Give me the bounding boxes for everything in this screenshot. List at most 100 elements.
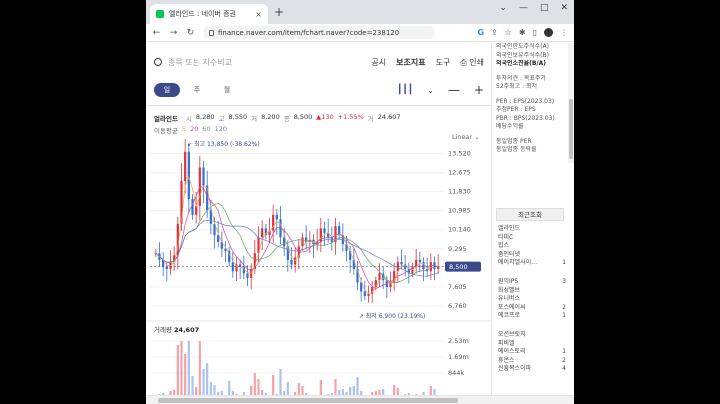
info-line: 투자의견 : 목표주가: [496, 74, 546, 82]
candlestick-type-icon[interactable]: ┃┃┃: [397, 85, 413, 95]
link-indicators[interactable]: 보조지표: [396, 57, 425, 68]
price-chart[interactable]: 13,520 12,675 11,830 10,985 10,140 9,295 7,605…: [146, 139, 492, 395]
moving-average-line: [155, 176, 439, 295]
link-tools[interactable]: 도구: [436, 57, 451, 68]
recent-item[interactable]: 원익IPS 3: [498, 278, 566, 287]
recent-item[interactable]: 힙스: [498, 242, 566, 251]
candle-body: [290, 259, 293, 265]
recent-item[interactable]: 에이스토리 1: [498, 348, 566, 357]
top-links: 공시 보조지표 도구 ⎙ 인쇄: [371, 57, 484, 68]
minimize-button[interactable]: —: [519, 3, 528, 13]
new-tab-button[interactable]: +: [274, 5, 284, 19]
forward-button[interactable]: →: [169, 28, 178, 38]
bookmark-star-icon[interactable]: ☆: [505, 28, 512, 37]
tab-close-icon[interactable]: ×: [255, 10, 262, 19]
recent-item-name: 신흥복스이파: [498, 365, 532, 373]
volume-panel-title: 거래량: [154, 326, 172, 334]
recent-views-list: 엘라인드 티피C 힙스 줌인터넷 에이치엘사이… 1 원익IPS 3 화성밸브 유니버스 포스에이씨…: [498, 225, 566, 374]
ohlc-row: 얼라인드 시 8,280 고 8,550 저 8,200 종 8,500 ▲130 +1…: [154, 113, 401, 123]
candle-body: [363, 291, 366, 296]
recent-item[interactable]: 신흥복스이파 4: [498, 365, 566, 374]
volume-bar: [209, 382, 212, 395]
recent-item-count: 1: [562, 348, 566, 356]
tab-search-icon[interactable]: ⌄: [499, 3, 507, 13]
search-input[interactable]: 종목 또는 지수비교: [168, 57, 232, 68]
volume-bar: [187, 341, 190, 395]
zoom-in-button[interactable]: +: [474, 83, 484, 97]
side-panel-scroll-thumb[interactable]: [569, 99, 573, 159]
search-icon[interactable]: [154, 58, 162, 66]
recent-item[interactable]: 화성밸브: [498, 287, 566, 296]
y-tick-label: 6,760: [448, 302, 467, 310]
volume-bar: [334, 379, 337, 395]
recent-item-count: 4: [562, 365, 566, 373]
ma-60[interactable]: 60: [202, 125, 210, 135]
volume-bar: [228, 381, 231, 395]
reload-button[interactable]: ↻: [186, 28, 195, 38]
volume-bar: [184, 354, 187, 395]
recent-views-tab[interactable]: 최근조회: [496, 208, 564, 221]
recent-item[interactable]: 티피C: [498, 234, 566, 243]
recent-item[interactable]: 오션브릿지: [498, 331, 566, 340]
menu-kebab-icon[interactable]: ⋮: [560, 28, 568, 37]
candle-body: [400, 262, 403, 265]
chart-type-dropdown-icon[interactable]: ⌄: [427, 86, 434, 95]
info-line: 외국인보유주식수(B): [496, 51, 549, 59]
browser-window: 엘라인드 : 네이버 증권 × + ⌄ — □ ✕ ← → ↻ finance.…: [146, 0, 574, 404]
volume-bar: [301, 386, 304, 395]
address-bar[interactable]: finance.naver.com/item/fchart.naver?code…: [203, 26, 435, 39]
low-label: 저: [251, 115, 258, 123]
recent-item-name: 피비엘: [498, 339, 515, 347]
y-tick-label: 10,140: [448, 226, 471, 234]
opinion-group: 투자의견 : 목표주가 52주최고 : 최저: [496, 75, 568, 92]
maximize-button[interactable]: □: [540, 3, 549, 13]
search-row: 종목 또는 지수비교 공시 보조지표 도구 ⎙ 인쇄: [146, 53, 492, 71]
recent-group-gap: [498, 268, 566, 278]
volume-bar: [195, 387, 198, 395]
recent-item-name: 화성밸브: [498, 286, 521, 294]
profile-avatar-icon[interactable]: [544, 28, 553, 37]
recent-item-name: 에이스토리: [498, 348, 526, 356]
extensions-puzzle-icon[interactable]: ✱: [519, 28, 526, 37]
volume-bar: [349, 387, 352, 395]
recent-item[interactable]: 유니버스: [498, 295, 566, 304]
volume-bar: [393, 385, 396, 395]
recent-item[interactable]: 에코프로 1: [498, 312, 566, 321]
zoom-out-button[interactable]: —: [448, 83, 460, 97]
period-monthly-button[interactable]: 월: [214, 83, 240, 97]
recent-group-gap: [498, 321, 566, 331]
ma-120[interactable]: 120: [215, 125, 227, 135]
period-selector: 일 주 월 ┃┃┃ ⌄ — +: [154, 81, 484, 99]
info-line: 52주최고 : 최저: [496, 83, 538, 90]
window-controls: ⌄ — □ ✕: [499, 3, 568, 13]
browser-tab[interactable]: 엘라인드 : 네이버 증권 ×: [150, 4, 268, 24]
google-icon[interactable]: G: [477, 28, 484, 37]
volume-bar: [272, 375, 275, 395]
horizontal-scroll-thumb[interactable]: [158, 398, 458, 403]
chart-tools: ┃┃┃ ⌄ — +: [397, 83, 484, 97]
volume-bar: [279, 369, 282, 395]
period-daily-button[interactable]: 일: [154, 83, 180, 97]
info-line: PER : EPS(2023.03): [496, 97, 555, 105]
tab-title: 엘라인드 : 네이버 증권: [169, 10, 236, 18]
side-panel-scrollbar[interactable]: [568, 43, 574, 163]
print-label: 인쇄: [469, 57, 484, 67]
close-window-button[interactable]: ✕: [560, 3, 568, 13]
ma-20[interactable]: 20: [190, 125, 198, 135]
volume-bar: [356, 377, 359, 395]
link-disclosure[interactable]: 공시: [371, 57, 386, 68]
candle-body: [165, 266, 168, 269]
sidepanel-icon[interactable]: ▯: [533, 28, 537, 37]
back-button[interactable]: ←: [152, 28, 161, 38]
candle-body: [191, 199, 194, 215]
recent-item[interactable]: 에이치엘사이… 1: [498, 259, 566, 268]
ma-5[interactable]: 5: [182, 125, 186, 135]
period-weekly-button[interactable]: 주: [184, 83, 210, 97]
horizontal-scrollbar[interactable]: [146, 395, 574, 404]
print-button[interactable]: ⎙ 인쇄: [460, 57, 484, 68]
recent-item[interactable]: 피비엘: [498, 340, 566, 349]
volume-bar: [352, 386, 355, 395]
per-group: PER : EPS(2023.03) 추정PER : EPS PBR : BPS…: [496, 98, 568, 132]
share-icon[interactable]: ⇪: [491, 28, 498, 37]
recent-item[interactable]: 엘라인드: [498, 225, 566, 234]
